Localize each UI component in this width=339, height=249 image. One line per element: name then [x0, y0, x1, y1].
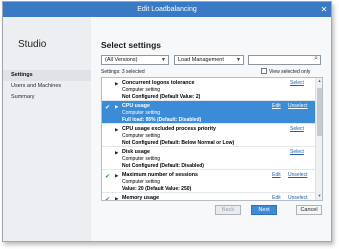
- settings-scrollbar[interactable]: ▲ ▼: [315, 78, 322, 200]
- setting-row-disk-usage[interactable]: ▶ Disk usage Computer setting Not Config…: [102, 147, 316, 170]
- setting-type: Computer setting: [122, 87, 161, 93]
- scrollbar-thumb[interactable]: [317, 88, 322, 136]
- setting-value: Not Configured (Default: Disabled): [122, 163, 204, 169]
- category-filter-dropdown[interactable]: Load Management ▼: [174, 55, 244, 65]
- view-selected-only-label: View selected only: [269, 69, 311, 75]
- expand-icon[interactable]: ▶: [115, 196, 118, 200]
- chevron-down-icon: ▼: [161, 57, 166, 63]
- page-title: Select settings: [101, 40, 161, 50]
- settings-list: ▶ Concurrent logons tolerance Computer s…: [101, 77, 323, 201]
- select-link[interactable]: Select: [290, 80, 304, 86]
- title-bar: Edit Loadbalancing ✕: [3, 2, 331, 17]
- setting-value: Value: 20 (Default Value: 250): [122, 186, 192, 192]
- setting-row-cpu-usage-excluded-process-priority[interactable]: ▶ CPU usage excluded process priority Co…: [102, 124, 316, 147]
- scroll-down-icon[interactable]: ▼: [316, 193, 322, 200]
- version-filter-value: (All Versions): [105, 57, 138, 63]
- sidebar-item-summary[interactable]: Summary: [3, 92, 91, 103]
- version-filter-dropdown[interactable]: (All Versions) ▼: [101, 55, 169, 65]
- view-selected-only-toggle[interactable]: View selected only: [261, 68, 310, 75]
- sidebar-title: Studio: [18, 39, 47, 50]
- check-icon: ✔: [105, 197, 111, 201]
- setting-value: Not Configured (Default Value: 2): [122, 94, 201, 100]
- expand-icon[interactable]: ▶: [115, 104, 118, 110]
- sidebar-item-settings[interactable]: Settings: [3, 70, 91, 81]
- expand-icon[interactable]: ▶: [115, 173, 118, 179]
- scroll-up-icon[interactable]: ▲: [316, 78, 322, 85]
- category-filter-value: Load Management: [178, 57, 224, 63]
- back-button[interactable]: Back: [215, 205, 241, 215]
- unselect-link[interactable]: Unselect: [288, 195, 307, 200]
- select-link[interactable]: Select: [290, 149, 304, 155]
- window-title: Edit Loadbalancing: [137, 6, 197, 13]
- setting-row-concurrent-logons-tolerance[interactable]: ▶ Concurrent logons tolerance Computer s…: [102, 78, 316, 101]
- setting-type: Computer setting: [122, 110, 161, 116]
- expand-icon[interactable]: ▶: [115, 127, 118, 133]
- close-icon[interactable]: ✕: [317, 2, 331, 17]
- setting-row-cpu-usage[interactable]: ✔ ▶ CPU usage Computer setting Full load…: [102, 101, 316, 124]
- selected-count: Settings: 3 selected: [101, 69, 145, 75]
- check-icon: ✔: [105, 174, 111, 180]
- expand-icon[interactable]: ▶: [115, 150, 118, 156]
- search-input[interactable]: ⌕: [248, 55, 321, 65]
- setting-type: Computer setting: [122, 156, 161, 162]
- setting-name: Memory usage: [122, 195, 160, 201]
- setting-name: Concurrent logons tolerance: [122, 80, 195, 86]
- setting-name: Disk usage: [122, 149, 150, 155]
- edit-link[interactable]: Edit: [272, 195, 281, 200]
- setting-name: CPU usage excluded process priority: [122, 126, 216, 132]
- check-icon: ✔: [105, 105, 111, 111]
- chevron-down-icon: ▼: [236, 57, 241, 63]
- setting-value: Full load: 95% (Default: Disabled): [122, 117, 202, 123]
- setting-row-maximum-number-of-sessions[interactable]: ✔ ▶ Maximum number of sessions Computer …: [102, 170, 316, 193]
- edit-link[interactable]: Edit: [272, 103, 281, 109]
- edit-loadbalancing-window: Edit Loadbalancing ✕ Studio Settings Use…: [2, 1, 332, 242]
- view-selected-only-checkbox[interactable]: [261, 68, 267, 74]
- setting-name: Maximum number of sessions: [122, 172, 198, 178]
- search-icon: ⌕: [314, 55, 318, 62]
- sidebar-item-users-and-machines[interactable]: Users and Machines: [3, 81, 91, 92]
- edit-link[interactable]: Edit: [272, 172, 281, 178]
- expand-icon[interactable]: ▶: [115, 81, 118, 87]
- setting-type: Computer setting: [122, 133, 161, 139]
- sidebar: Studio Settings Users and Machines Summa…: [3, 17, 91, 241]
- select-link[interactable]: Select: [290, 126, 304, 132]
- unselect-link[interactable]: Unselect: [288, 172, 307, 178]
- setting-type: Computer setting: [122, 179, 161, 185]
- setting-value: Not Configured (Default: Below Normal or…: [122, 140, 235, 146]
- next-button[interactable]: Next: [251, 205, 277, 215]
- setting-name: CPU usage: [122, 103, 150, 109]
- cancel-button[interactable]: Cancel: [296, 205, 322, 215]
- unselect-link[interactable]: Unselect: [288, 103, 307, 109]
- setting-row-memory-usage[interactable]: ✔ ▶ Memory usage Edit Unselect: [102, 193, 316, 201]
- main-panel: Select settings (All Versions) ▼ Load Ma…: [91, 17, 331, 241]
